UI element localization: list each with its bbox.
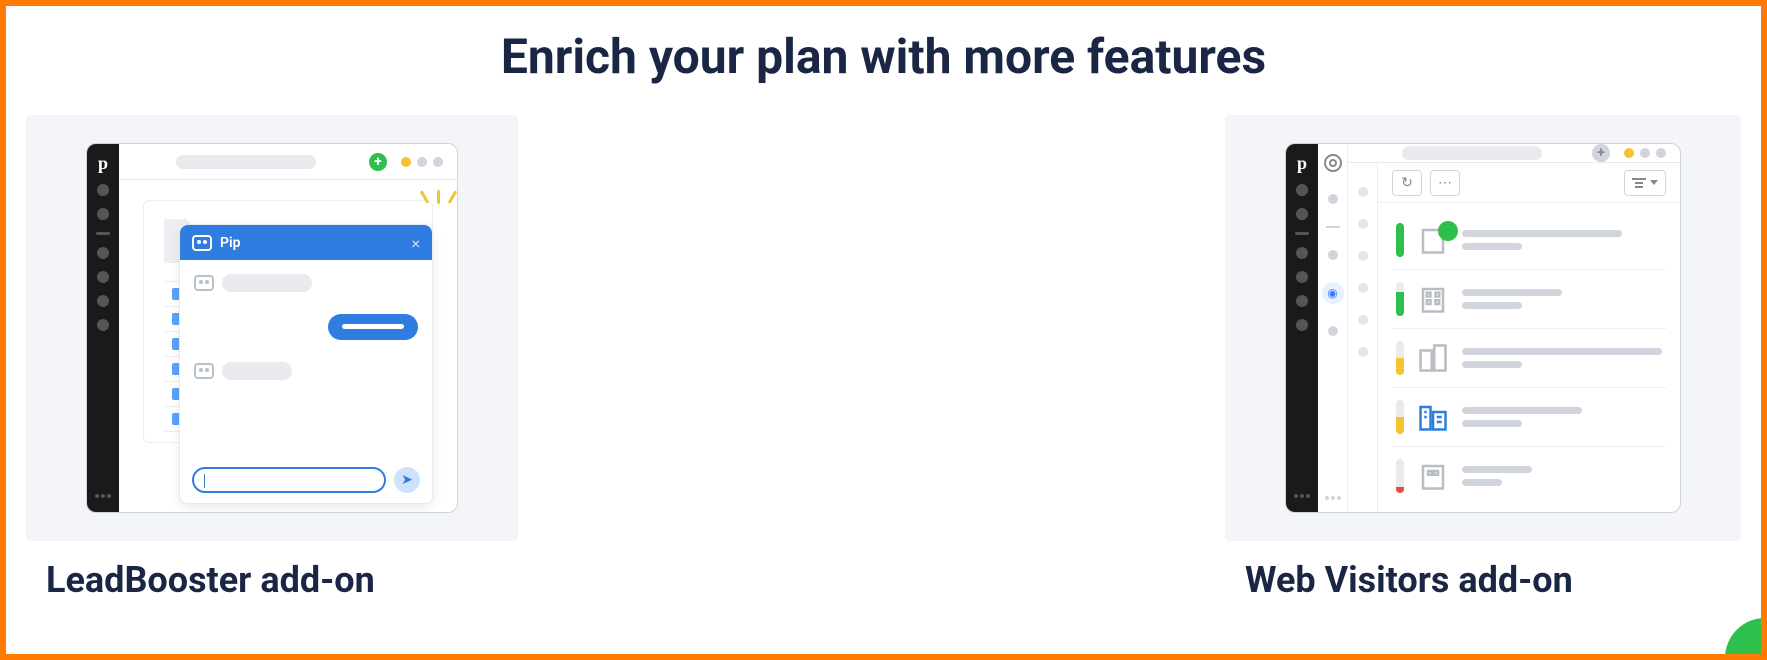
sidebar-dot-icon — [1296, 271, 1308, 283]
visitor-list — [1378, 203, 1680, 513]
activity-bar-icon — [1396, 459, 1404, 493]
new-tab-icon: + — [1592, 144, 1610, 162]
activity-bar-icon — [1396, 223, 1404, 257]
visitor-toolbar: ↻ ⋯ — [1378, 163, 1680, 203]
corner-badge-icon — [1725, 618, 1765, 658]
nav-divider-icon — [1326, 226, 1340, 228]
bot-icon — [194, 275, 214, 291]
leadbooster-preview: p + — [86, 143, 458, 513]
visitor-text-placeholder — [1462, 230, 1622, 250]
new-tab-icon: + — [369, 153, 387, 171]
pipedrive-logo-icon: p — [98, 154, 108, 172]
webvisitors-preview: p ◉ — [1285, 143, 1681, 513]
webvisitors-card[interactable]: p ◉ — [1225, 115, 1741, 601]
visitor-text-placeholder — [1462, 348, 1662, 368]
card-row: p + — [6, 85, 1761, 601]
feature-upsell-panel: Enrich your plan with more features p — [0, 0, 1767, 660]
company-icon — [1418, 461, 1448, 491]
target-icon — [1324, 154, 1342, 172]
sidebar-divider-icon — [96, 232, 110, 235]
pipedrive-logo-icon: p — [1297, 154, 1307, 172]
activity-bar-icon — [1396, 341, 1404, 375]
sidebar-dot-icon — [1296, 319, 1308, 331]
chat-input[interactable] — [192, 467, 386, 493]
filter-icon — [1632, 178, 1646, 188]
mini-sidebar: p — [1286, 144, 1318, 512]
chatbot-widget: Pip × ➤ — [179, 224, 433, 504]
company-icon — [1418, 343, 1448, 373]
online-indicator-icon — [1438, 221, 1458, 241]
send-icon[interactable]: ➤ — [394, 467, 420, 493]
bot-message-placeholder — [222, 274, 312, 292]
nav-dot-icon — [1328, 326, 1338, 336]
bot-message-placeholder — [222, 362, 292, 380]
chatbot-body — [180, 260, 432, 457]
activity-bar-icon — [1396, 400, 1404, 434]
sidebar-dot-icon — [97, 208, 109, 220]
visitor-text-placeholder — [1462, 407, 1582, 427]
company-icon — [1418, 225, 1448, 255]
refresh-icon[interactable]: ↻ — [1392, 170, 1422, 196]
sidebar-more-icon — [1300, 494, 1304, 498]
sidebar-dot-icon — [97, 184, 109, 196]
nav-more-icon — [1331, 496, 1335, 500]
window-controls — [1624, 148, 1666, 158]
sidebar-dot-icon — [1296, 208, 1308, 220]
close-icon[interactable]: × — [412, 233, 420, 252]
company-icon — [1418, 402, 1448, 432]
url-pill-placeholder — [176, 155, 316, 169]
bot-icon — [192, 235, 212, 251]
visitor-row[interactable] — [1392, 211, 1666, 270]
chatbot-input-row: ➤ — [180, 457, 432, 503]
radar-icon: ◉ — [1322, 282, 1344, 304]
company-icon — [1418, 284, 1448, 314]
visitor-rail — [1348, 163, 1378, 513]
leadbooster-card[interactable]: p + — [26, 115, 518, 601]
sparkle-icon — [419, 190, 458, 220]
url-pill-placeholder — [1402, 146, 1542, 160]
page-title: Enrich your plan with more features — [6, 28, 1761, 85]
sidebar-dot-icon — [97, 319, 109, 331]
secondary-sidebar: ◉ — [1318, 144, 1348, 512]
sidebar-divider-icon — [1295, 232, 1309, 235]
user-message-placeholder — [328, 314, 418, 340]
visitor-text-placeholder — [1462, 466, 1532, 486]
window-controls — [401, 157, 443, 167]
nav-dot-icon — [1328, 194, 1338, 204]
sidebar-dot-icon — [97, 247, 109, 259]
activity-bar-icon — [1396, 282, 1404, 316]
visitor-row[interactable] — [1392, 388, 1666, 447]
nav-dot-icon — [1328, 250, 1338, 260]
chatbot-header: Pip × — [180, 225, 432, 260]
visitor-row[interactable] — [1392, 270, 1666, 329]
visitor-row[interactable] — [1392, 329, 1666, 388]
chatbot-name: Pip — [220, 235, 241, 251]
sidebar-dot-icon — [1296, 247, 1308, 259]
visitor-text-placeholder — [1462, 289, 1562, 309]
sidebar-dot-icon — [1296, 295, 1308, 307]
leadbooster-title: LeadBooster add-on — [46, 559, 518, 601]
visitor-row[interactable] — [1392, 447, 1666, 505]
sidebar-dot-icon — [97, 271, 109, 283]
more-icon[interactable]: ⋯ — [1430, 170, 1460, 196]
webvisitors-title: Web Visitors add-on — [1245, 559, 1741, 601]
sidebar-dot-icon — [1296, 184, 1308, 196]
mini-sidebar: p — [87, 144, 119, 512]
bot-icon — [194, 363, 214, 379]
mini-topbar: + — [119, 144, 457, 180]
mini-topbar: + — [1348, 144, 1680, 163]
sidebar-dot-icon — [97, 295, 109, 307]
filter-dropdown[interactable] — [1624, 170, 1666, 196]
caret-down-icon — [1650, 180, 1658, 185]
sidebar-more-icon — [101, 494, 105, 498]
